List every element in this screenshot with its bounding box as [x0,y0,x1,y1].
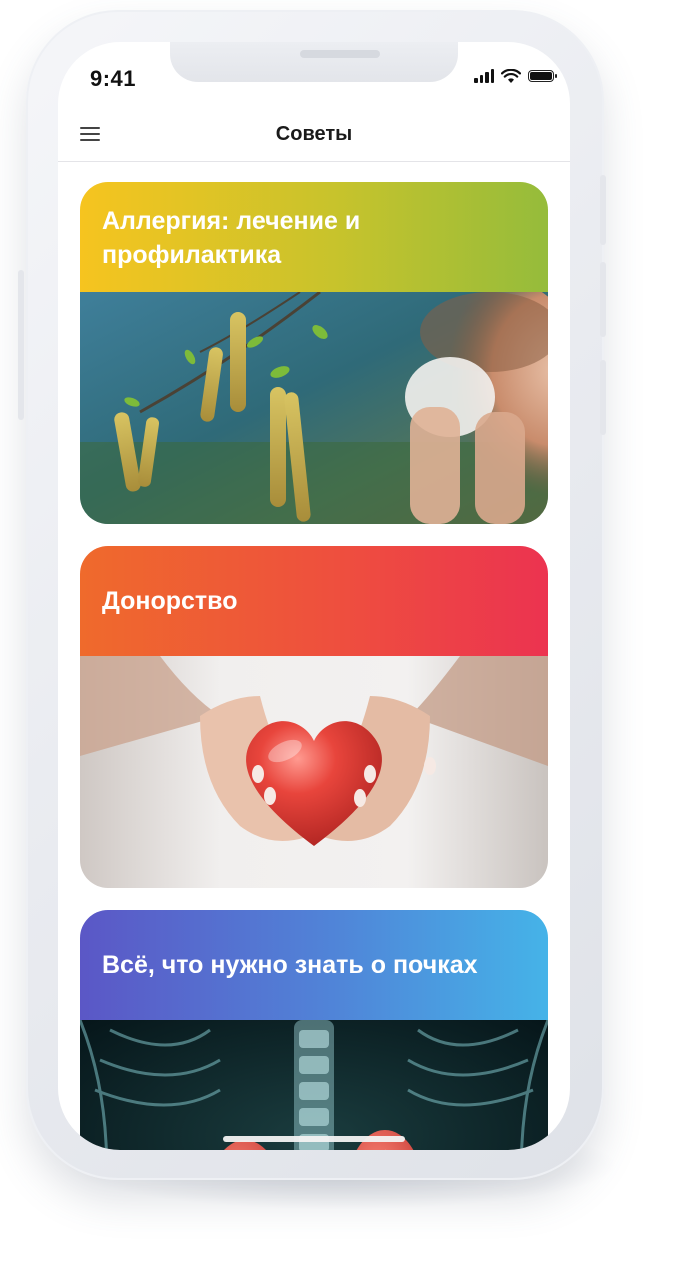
card-header: Донорство [80,546,548,656]
home-indicator[interactable] [223,1136,405,1142]
page-title: Советы [275,123,353,145]
tip-card-donation[interactable]: Донорство [80,546,548,888]
stage: 9:41 Советы Аллергия: лечение и профилак… [0,0,696,1278]
wifi-icon [501,68,521,83]
battery-icon [528,70,557,82]
card-title: Донорство [102,587,238,615]
phone-side-button [600,175,606,245]
tip-card-allergy[interactable]: Аллергия: лечение и профилактика [80,182,548,524]
navigation-bar: Советы [58,112,570,162]
status-time: 9:41 [90,66,137,91]
phone-side-button [600,360,606,435]
birch-catkins-sneezing-photo [80,292,548,524]
phone-screen: 9:41 Советы Аллергия: лечение и профилак… [58,42,570,1150]
status-icons [474,66,557,86]
phone-side-button [18,270,24,420]
phone-speaker [300,50,380,58]
kidneys-xray-photo [80,1020,548,1150]
card-title: Всё, что нужно знать о почках [102,951,478,979]
card-header: Аллергия: лечение и профилактика [80,182,548,292]
card-title: Аллергия: лечение и профилактика [102,207,361,269]
card-header: Всё, что нужно знать о почках [80,910,548,1020]
phone-notch [170,42,458,82]
phone-side-button [600,262,606,337]
tip-card-kidneys[interactable]: Всё, что нужно знать о почках [80,910,548,1150]
cellular-signal-icon [474,69,494,83]
hands-holding-heart-photo [80,656,548,888]
